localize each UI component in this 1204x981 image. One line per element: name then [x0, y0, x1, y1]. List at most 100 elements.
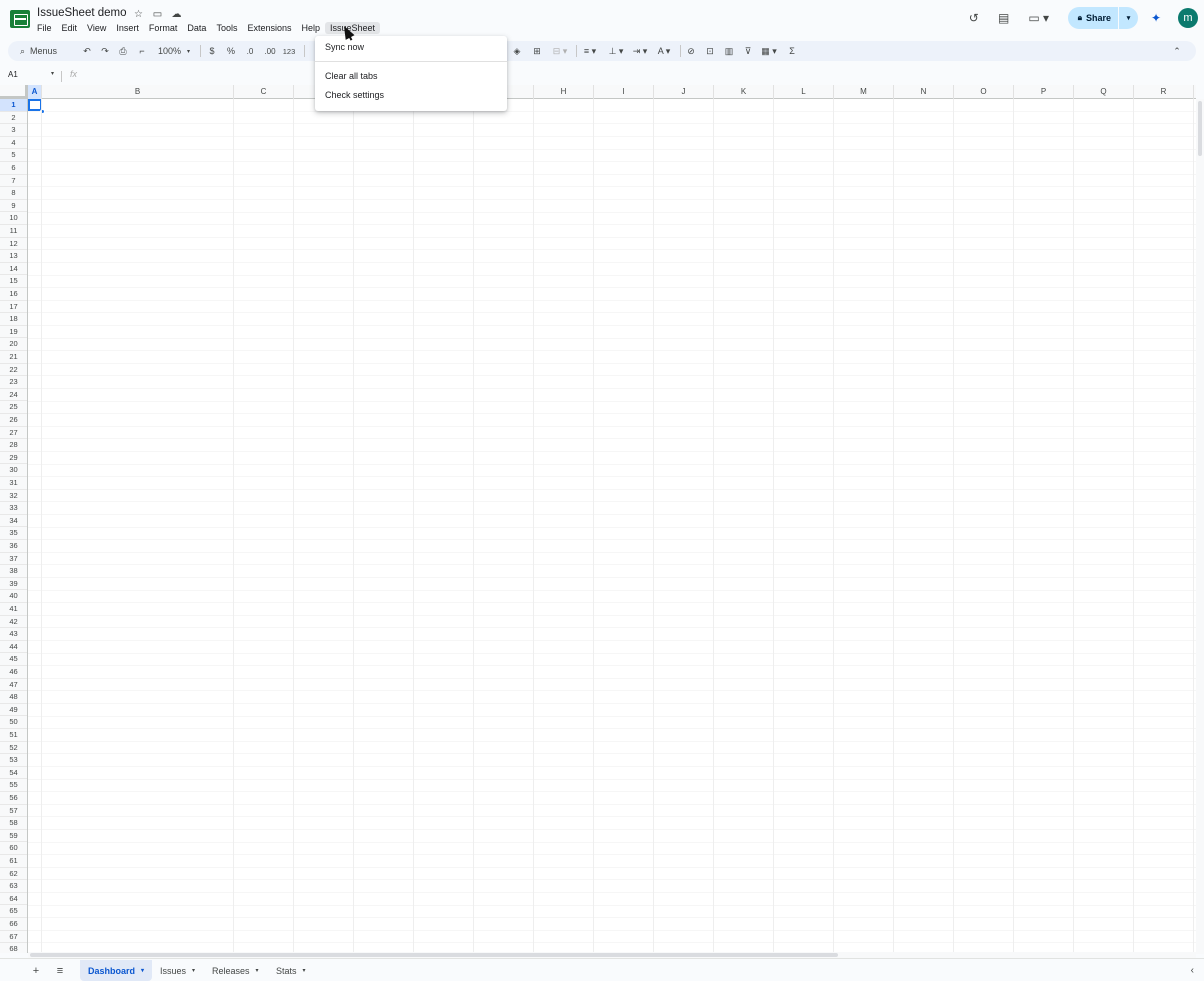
row-header[interactable]: 38 [0, 565, 27, 578]
row-header[interactable]: 6 [0, 162, 27, 175]
menu-insert[interactable]: Insert [111, 22, 144, 34]
chevron-down-icon[interactable]: ▾ [141, 967, 144, 974]
row-header[interactable]: 53 [0, 754, 27, 767]
menu-item-sync-now[interactable]: Sync now [315, 40, 507, 55]
column-header[interactable]: R [1134, 85, 1194, 99]
column-header[interactable]: Q [1074, 85, 1134, 99]
row-header[interactable]: 42 [0, 616, 27, 629]
row-header[interactable]: 25 [0, 401, 27, 414]
menu-extensions[interactable]: Extensions [242, 22, 296, 34]
row-header[interactable]: 36 [0, 540, 27, 553]
row-header[interactable]: 12 [0, 238, 27, 251]
row-header[interactable]: 43 [0, 628, 27, 641]
print-icon[interactable]: ⎙ [116, 41, 130, 61]
name-box[interactable]: A1 [8, 70, 18, 79]
side-panel-toggle-icon[interactable]: ‹ [1191, 965, 1194, 976]
row-header[interactable]: 59 [0, 830, 27, 843]
column-header[interactable]: M [834, 85, 894, 99]
row-header[interactable]: 2 [0, 112, 27, 125]
row-header[interactable]: 60 [0, 842, 27, 855]
gemini-icon[interactable]: ✦ [1144, 6, 1168, 30]
column-header[interactable]: H [534, 85, 594, 99]
row-header[interactable]: 23 [0, 376, 27, 389]
share-button[interactable]: 🔒︎ Share ▾ [1067, 7, 1138, 29]
row-header[interactable]: 26 [0, 414, 27, 427]
insert-link-icon[interactable]: ⊘ [684, 41, 698, 61]
all-sheets-button[interactable]: ≡ [52, 963, 68, 979]
spreadsheet-grid[interactable]: ABCDEFGHIJKLMNOPQR 123456789101112131415… [0, 85, 1196, 953]
row-header[interactable]: 7 [0, 175, 27, 188]
vertical-scroll-thumb[interactable] [1198, 101, 1202, 156]
row-header[interactable]: 35 [0, 527, 27, 540]
column-header[interactable]: N [894, 85, 954, 99]
sheet-tab-dashboard[interactable]: Dashboard ▾ [80, 960, 153, 981]
name-box-dropdown-icon[interactable]: ▾ [51, 70, 54, 77]
row-header[interactable]: 30 [0, 464, 27, 477]
insert-comment-icon[interactable]: ⊡ [703, 41, 717, 61]
row-header[interactable]: 14 [0, 263, 27, 276]
sheet-tab-stats[interactable]: Stats ▾ [268, 960, 314, 981]
row-header[interactable]: 32 [0, 490, 27, 503]
row-header[interactable]: 22 [0, 364, 27, 377]
row-header[interactable]: 1 [0, 99, 27, 112]
column-header[interactable]: A [28, 85, 42, 99]
row-header[interactable]: 46 [0, 666, 27, 679]
filter-views-icon[interactable]: ▦ ▾ [758, 41, 780, 61]
column-header[interactable]: O [954, 85, 1014, 99]
row-header[interactable]: 11 [0, 225, 27, 238]
column-header[interactable]: I [594, 85, 654, 99]
row-header[interactable]: 9 [0, 200, 27, 213]
row-header[interactable]: 37 [0, 553, 27, 566]
row-header[interactable]: 27 [0, 427, 27, 440]
row-header[interactable]: 31 [0, 477, 27, 490]
select-all-corner[interactable] [0, 85, 28, 99]
row-header[interactable]: 49 [0, 704, 27, 717]
share-dropdown-icon[interactable]: ▾ [1118, 7, 1138, 29]
row-header[interactable]: 39 [0, 578, 27, 591]
row-header[interactable]: 44 [0, 641, 27, 654]
column-header[interactable]: J [654, 85, 714, 99]
cloud-status-icon[interactable]: ☁ [170, 8, 183, 21]
column-header[interactable]: K [714, 85, 774, 99]
filter-icon[interactable]: ⊽ [741, 41, 755, 61]
column-header[interactable]: C [234, 85, 294, 99]
row-header[interactable]: 65 [0, 905, 27, 918]
version-history-icon[interactable]: ↺ [962, 6, 986, 30]
row-header[interactable]: 8 [0, 187, 27, 200]
menu-help[interactable]: Help [296, 22, 325, 34]
row-header[interactable]: 33 [0, 502, 27, 515]
text-wrapping-icon[interactable]: ⇥ ▾ [630, 41, 650, 61]
cell-area[interactable] [28, 99, 1196, 953]
row-header[interactable]: 13 [0, 250, 27, 263]
row-header[interactable]: 52 [0, 742, 27, 755]
zoom-select[interactable]: 100% ▾ [154, 41, 194, 61]
move-folder-icon[interactable]: ▭ [151, 8, 164, 21]
text-rotation-icon[interactable]: A ▾ [654, 41, 674, 61]
row-header[interactable]: 16 [0, 288, 27, 301]
functions-button[interactable]: Σ [785, 41, 799, 61]
horizontal-scroll-thumb[interactable] [30, 953, 838, 957]
sheet-tab-issues[interactable]: Issues ▾ [152, 960, 203, 981]
menu-file[interactable]: File [32, 22, 57, 34]
percent-format-button[interactable]: % [225, 41, 237, 61]
menu-data[interactable]: Data [182, 22, 211, 34]
row-header[interactable]: 58 [0, 817, 27, 830]
avatar[interactable]: m [1178, 8, 1198, 28]
row-header[interactable]: 47 [0, 679, 27, 692]
row-header[interactable]: 5 [0, 149, 27, 162]
row-header[interactable]: 17 [0, 301, 27, 314]
add-sheet-button[interactable]: + [28, 963, 44, 979]
horizontal-align-icon[interactable]: ≡ ▾ [580, 41, 600, 61]
undo-icon[interactable]: ↶ [80, 41, 94, 61]
row-header[interactable]: 55 [0, 779, 27, 792]
row-header[interactable]: 4 [0, 137, 27, 150]
row-header[interactable]: 40 [0, 590, 27, 603]
row-header[interactable]: 29 [0, 452, 27, 465]
menu-view[interactable]: View [82, 22, 111, 34]
collapse-toolbar-icon[interactable]: ⌃ [1170, 41, 1184, 61]
insert-chart-icon[interactable]: ▥ [722, 41, 736, 61]
borders-icon[interactable]: ⊞ [530, 41, 544, 61]
meet-icon[interactable]: ▭ ▾ [1022, 6, 1056, 30]
row-header[interactable]: 41 [0, 603, 27, 616]
fill-color-icon[interactable]: ◈ [510, 41, 524, 61]
